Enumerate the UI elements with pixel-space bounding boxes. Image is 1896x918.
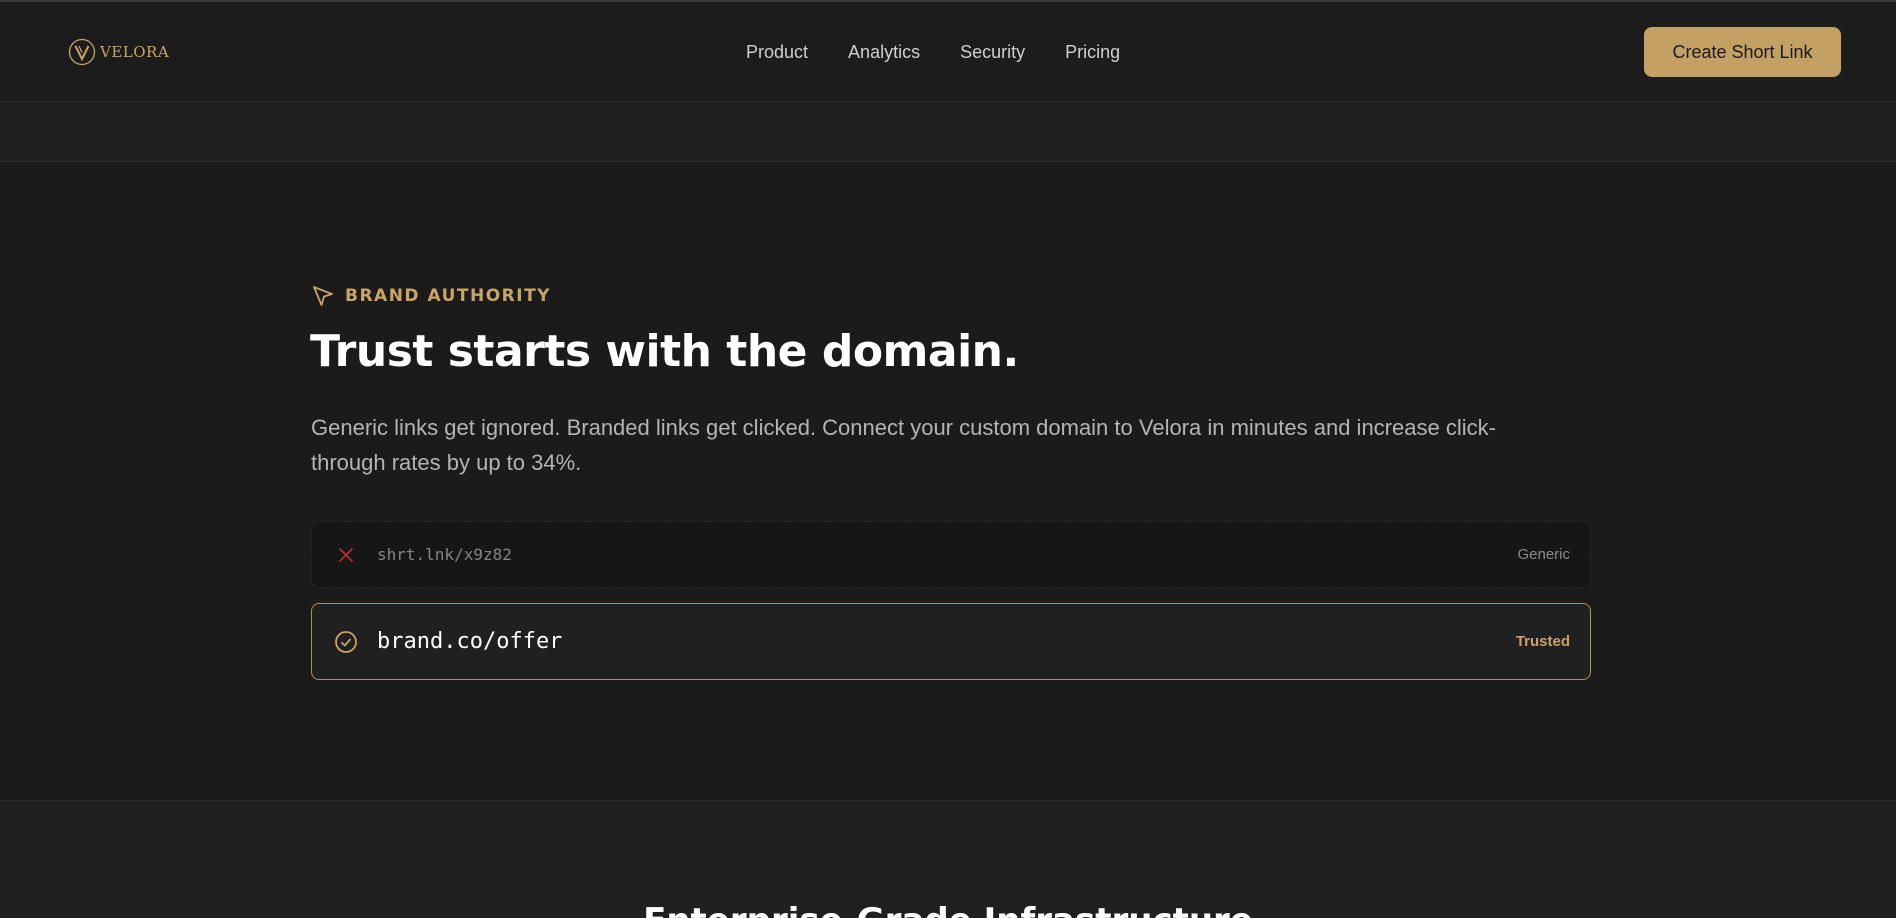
trusted-link-example: brand.co/offer Trusted <box>311 603 1591 680</box>
nav-product[interactable]: Product <box>746 42 808 63</box>
brand-logo[interactable]: VELORA <box>68 38 169 66</box>
generic-link-url: shrt.lnk/x9z82 <box>377 545 512 564</box>
section-headline: Trust starts with the domain. <box>310 326 1019 377</box>
nav-pricing[interactable]: Pricing <box>1065 42 1120 63</box>
nav-analytics[interactable]: Analytics <box>848 42 920 63</box>
infrastructure-title: Enterprise-Grade Infrastructure <box>0 901 1896 918</box>
v-emblem-icon <box>68 38 96 66</box>
trusted-badge: Trusted <box>1515 633 1570 650</box>
brand-name: VELORA <box>100 43 170 61</box>
eyebrow: BRAND AUTHORITY <box>311 284 551 308</box>
generic-badge: Generic <box>1517 546 1570 563</box>
eyebrow-label: BRAND AUTHORITY <box>345 286 551 306</box>
trusted-link-url: brand.co/offer <box>377 629 563 654</box>
nav-security[interactable]: Security <box>960 42 1025 63</box>
site-header: VELORA Product Analytics Security Pricin… <box>0 2 1896 102</box>
infrastructure-section: Enterprise-Grade Infrastructure <box>0 800 1896 918</box>
generic-link-example: shrt.lnk/x9z82 Generic <box>311 521 1591 588</box>
main-nav: Product Analytics Security Pricing <box>746 42 1120 63</box>
check-circle-icon <box>335 630 357 653</box>
x-mark-icon <box>338 547 354 562</box>
sub-header-band <box>0 102 1896 162</box>
cursor-arrow-icon <box>313 286 333 306</box>
section-description: Generic links get ignored. Branded links… <box>311 415 1496 475</box>
page: VELORA Product Analytics Security Pricin… <box>0 0 1896 918</box>
create-short-link-button[interactable]: Create Short Link <box>1644 27 1841 77</box>
